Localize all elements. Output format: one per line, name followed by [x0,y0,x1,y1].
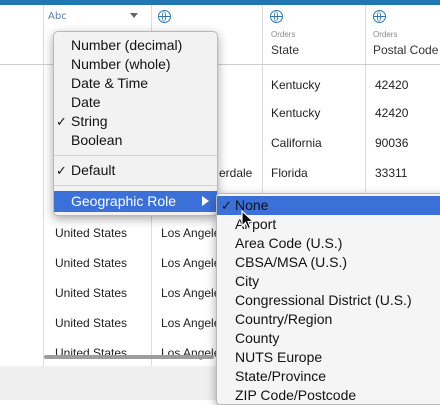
menu-item-label: Number (decimal) [71,37,183,53]
table-cell: Los Angele [161,316,221,330]
menu-item-label: Default [71,162,116,178]
chevron-down-icon[interactable] [130,13,138,18]
menu-item-label: Boolean [71,132,123,148]
check-icon: ✓ [221,198,232,213]
top-accent-bar [0,0,440,5]
submenu-item-zip-code[interactable]: ZIP Code/Postcode [217,386,440,404]
submenu-item-country-region[interactable]: Country/Region [217,310,440,329]
menu-item-label: Date [71,94,101,110]
menu-item-label: Geographic Role [71,193,177,209]
menu-item-string[interactable]: ✓ String [54,112,217,131]
data-type-menu: Number (decimal) Number (whole) Date & T… [53,31,218,216]
mouse-pointer-icon [241,210,255,230]
table-cell: Los Angele [161,226,221,240]
globe-icon[interactable] [158,10,171,23]
table-cell: Los Angele [161,256,221,270]
column-source: Orders [373,30,398,39]
menu-item-label: Number (whole) [71,56,171,72]
string-type-icon[interactable]: Abc [48,11,67,22]
submenu-item-state-province[interactable]: State/Province [217,367,440,386]
menu-item-date[interactable]: Date [54,93,217,112]
column-name: Postal Code [373,43,439,57]
menu-separator [54,155,217,156]
submenu-item-nuts-europe[interactable]: NUTS Europe [217,348,440,367]
menu-item-label: Date & Time [71,75,149,91]
horizontal-scrollbar[interactable] [44,355,214,359]
submenu-item-label: State/Province [235,368,327,384]
submenu-item-county[interactable]: County [217,329,440,348]
submenu-item-label: City [235,273,260,289]
submenu-item-congressional-district[interactable]: Congressional District (U.S.) [217,291,440,310]
menu-item-boolean[interactable]: Boolean [54,131,217,150]
submenu-item-label: ZIP Code/Postcode [235,387,357,403]
table-cell: erdale [219,166,253,180]
submenu-item-label: CBSA/MSA (U.S.) [235,254,348,270]
table-cell: United States [55,286,128,300]
menu-separator [54,185,217,186]
submenu-item-label: NUTS Europe [235,349,323,365]
table-cell: 33311 [375,166,408,180]
submenu-item-label: Country/Region [235,311,333,327]
table-cell: California [271,136,322,150]
column-separator [43,5,44,377]
column-source: Orders [271,30,296,39]
table-cell: United States [55,256,128,270]
table-cell: Kentucky [271,106,321,120]
table-cell: 42420 [375,78,409,92]
submenu-item-label: Congressional District (U.S.) [235,292,412,308]
globe-icon[interactable] [270,10,283,23]
submenu-item-label: County [235,330,280,346]
table-cell: 90036 [375,136,409,150]
menu-item-date-time[interactable]: Date & Time [54,74,217,93]
menu-item-label: String [71,113,108,129]
check-icon: ✓ [56,114,67,129]
chevron-right-icon [202,196,209,206]
globe-icon[interactable] [373,10,386,23]
menu-item-geographic-role[interactable]: Geographic Role [54,191,217,212]
table-cell: 42420 [375,106,409,120]
column-name: State [271,43,300,57]
table-cell: United States [55,316,128,330]
submenu-item-area-code[interactable]: Area Code (U.S.) [217,234,440,253]
menu-item-default[interactable]: ✓ Default [54,161,217,180]
submenu-item-label: Area Code (U.S.) [235,235,343,251]
table-cell: Florida [271,166,308,180]
menu-item-number-whole[interactable]: Number (whole) [54,55,217,74]
menu-item-number-decimal[interactable]: Number (decimal) [54,36,217,55]
check-icon: ✓ [56,163,67,178]
submenu-item-city[interactable]: City [217,272,440,291]
table-cell: United States [55,226,128,240]
table-cell: Los Angele [161,286,221,300]
submenu-item-cbsa-msa[interactable]: CBSA/MSA (U.S.) [217,253,440,272]
table-cell: Kentucky [271,78,321,92]
